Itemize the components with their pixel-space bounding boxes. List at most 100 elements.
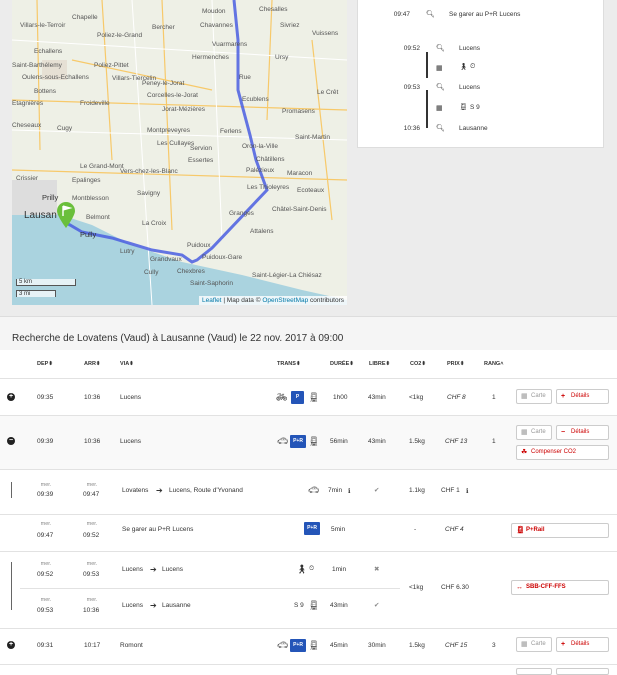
col-header-co2[interactable]: CO2⬍ xyxy=(410,361,426,367)
segment-text: Se garer au P+R Lucens xyxy=(122,526,194,533)
arrow-right-icon: ➔ xyxy=(150,601,157,610)
segment-divider xyxy=(0,551,617,552)
arr-time: 09:53 xyxy=(83,571,100,578)
place-label: Chexbres xyxy=(177,268,205,275)
step-time: 09:52 xyxy=(403,45,420,52)
search-icon[interactable]: 🔍︎ xyxy=(436,83,445,91)
map-button[interactable] xyxy=(516,668,552,675)
place-label: Froideville xyxy=(80,100,110,107)
details-button[interactable]: − Détails xyxy=(556,425,609,440)
sbb-button[interactable]: ↔ SBB-CFF-FFS xyxy=(511,580,609,595)
col-header-label: CO2 xyxy=(410,361,422,367)
search-icon[interactable]: 🔍︎ xyxy=(426,10,435,18)
place-label: Chavannes xyxy=(200,22,233,29)
place-label: Maracon xyxy=(287,170,313,177)
segment-from: Lucens xyxy=(122,602,143,609)
col-header-arr[interactable]: ARR⬍ xyxy=(84,361,101,367)
dep-time: 09:47 xyxy=(37,532,54,539)
free-time: 43min xyxy=(368,438,386,445)
place-label: Epalinges xyxy=(72,177,101,184)
place-label: Moudon xyxy=(202,8,226,15)
rank: 1 xyxy=(492,438,496,445)
segment-to: Lausanne xyxy=(162,602,191,609)
train-icon: 🚆︎ xyxy=(308,436,320,446)
map-button[interactable]: ▦ Carte xyxy=(516,637,552,652)
leaf-icon: ☘ xyxy=(521,449,528,456)
attribution-text: | Map data © xyxy=(223,297,261,304)
train-icon: 🚆︎ xyxy=(308,640,320,650)
col-header-duree[interactable]: DURÉE⬍ xyxy=(330,361,354,367)
co2-value: <1kg xyxy=(409,394,424,401)
train-line: S 9 xyxy=(294,602,304,609)
plus-icon: + xyxy=(561,393,566,400)
expand-icon[interactable]: + xyxy=(7,393,15,401)
col-header-label: LIBRE xyxy=(369,361,386,367)
duration: 43min xyxy=(330,602,348,609)
search-icon[interactable]: 🔍︎ xyxy=(436,124,445,132)
place-label: Les Cullayes xyxy=(157,140,195,147)
rank: 3 xyxy=(492,642,496,649)
dep-time: 09:52 xyxy=(37,571,54,578)
step-time: 09:47 xyxy=(393,11,410,18)
city-label: Prilly xyxy=(42,193,59,202)
col-header-prix[interactable]: PRIX⬍ xyxy=(447,361,464,367)
place-label: Lutry xyxy=(120,248,135,255)
col-header-dep[interactable]: DEP⬍ xyxy=(37,361,53,367)
step-time: 10:36 xyxy=(403,125,420,132)
details-button[interactable]: + Détails xyxy=(556,637,609,652)
col-header-via[interactable]: VIA⬍ xyxy=(120,361,134,367)
osm-link[interactable]: OpenStreetMap xyxy=(262,297,308,304)
step-connector xyxy=(426,52,428,78)
expand-icon[interactable]: + xyxy=(7,641,15,649)
train-icon: 🚆︎ xyxy=(308,600,320,610)
destination-marker-icon[interactable] xyxy=(56,202,76,228)
leaflet-link[interactable]: Leaflet xyxy=(202,297,222,304)
arr-time: 10:36 xyxy=(84,394,101,401)
car-train-icon: 🚆︎ xyxy=(516,527,525,534)
step-text: Lucens xyxy=(459,45,480,52)
place-label: Cugy xyxy=(57,125,73,132)
col-header-libre[interactable]: LIBRE⬍ xyxy=(369,361,390,367)
parking-icon: P xyxy=(291,391,304,404)
day-label: mer. xyxy=(86,482,98,488)
segment-from: Lucens xyxy=(122,566,143,573)
segment-divider xyxy=(0,514,617,515)
map-button[interactable]: ▦ Carte xyxy=(516,425,552,440)
bike-icon: 🚲︎ xyxy=(276,392,288,402)
col-header-trans[interactable]: TRANS⬍ xyxy=(277,361,301,367)
co2-value: 1.5kg xyxy=(409,642,425,649)
place-label: Hermenches xyxy=(192,54,229,61)
place-label: Villars-le-Terroir xyxy=(20,22,66,29)
minus-icon: − xyxy=(561,429,566,436)
details-button[interactable]: + Détails xyxy=(556,389,609,404)
map-icon[interactable]: ▦ xyxy=(436,64,443,72)
place-label: Etagnières xyxy=(12,100,44,107)
collapse-icon[interactable]: − xyxy=(7,437,15,445)
car-icon: 🚗︎ xyxy=(277,436,289,446)
place-label: Vuarmarens xyxy=(212,41,248,48)
map-icon: ▦ xyxy=(521,641,528,648)
map-button[interactable]: ▦ Carte xyxy=(516,389,552,404)
place-label: Cheseaux xyxy=(12,122,42,129)
info-icon[interactable]: ℹ xyxy=(348,487,350,495)
segment-divider xyxy=(20,588,400,589)
route-map[interactable]: Chapelle Chesalles Villars-le-Terroir Ec… xyxy=(12,0,347,305)
place-label: Le Crêt xyxy=(317,89,339,96)
clock-icon: ⏲ xyxy=(309,565,315,572)
compensate-co2-button[interactable]: ☘ Compenser CO2 xyxy=(516,445,609,460)
place-label: Oulens-sous-Echallens xyxy=(22,74,89,81)
info-icon[interactable]: ℹ xyxy=(466,487,468,495)
co2-value: <1kg xyxy=(409,584,424,591)
map-icon[interactable]: ▦ xyxy=(436,104,443,112)
duration: 1h00 xyxy=(333,394,348,401)
button-label: Carte xyxy=(531,393,546,399)
place-label: Vers-chez-les-Blanc xyxy=(120,168,178,175)
duration: 5min xyxy=(331,526,346,533)
p-rail-button[interactable]: 🚆︎ P+Rail xyxy=(511,523,609,538)
place-label: La Croix xyxy=(142,220,167,227)
details-button[interactable] xyxy=(556,668,609,675)
clock-icon: ⏲ xyxy=(470,63,476,70)
col-header-rang[interactable]: RANG˄ xyxy=(484,361,503,367)
place-label: Saint-Légier-La Chiésaz xyxy=(252,272,322,279)
search-icon[interactable]: 🔍︎ xyxy=(436,44,445,52)
